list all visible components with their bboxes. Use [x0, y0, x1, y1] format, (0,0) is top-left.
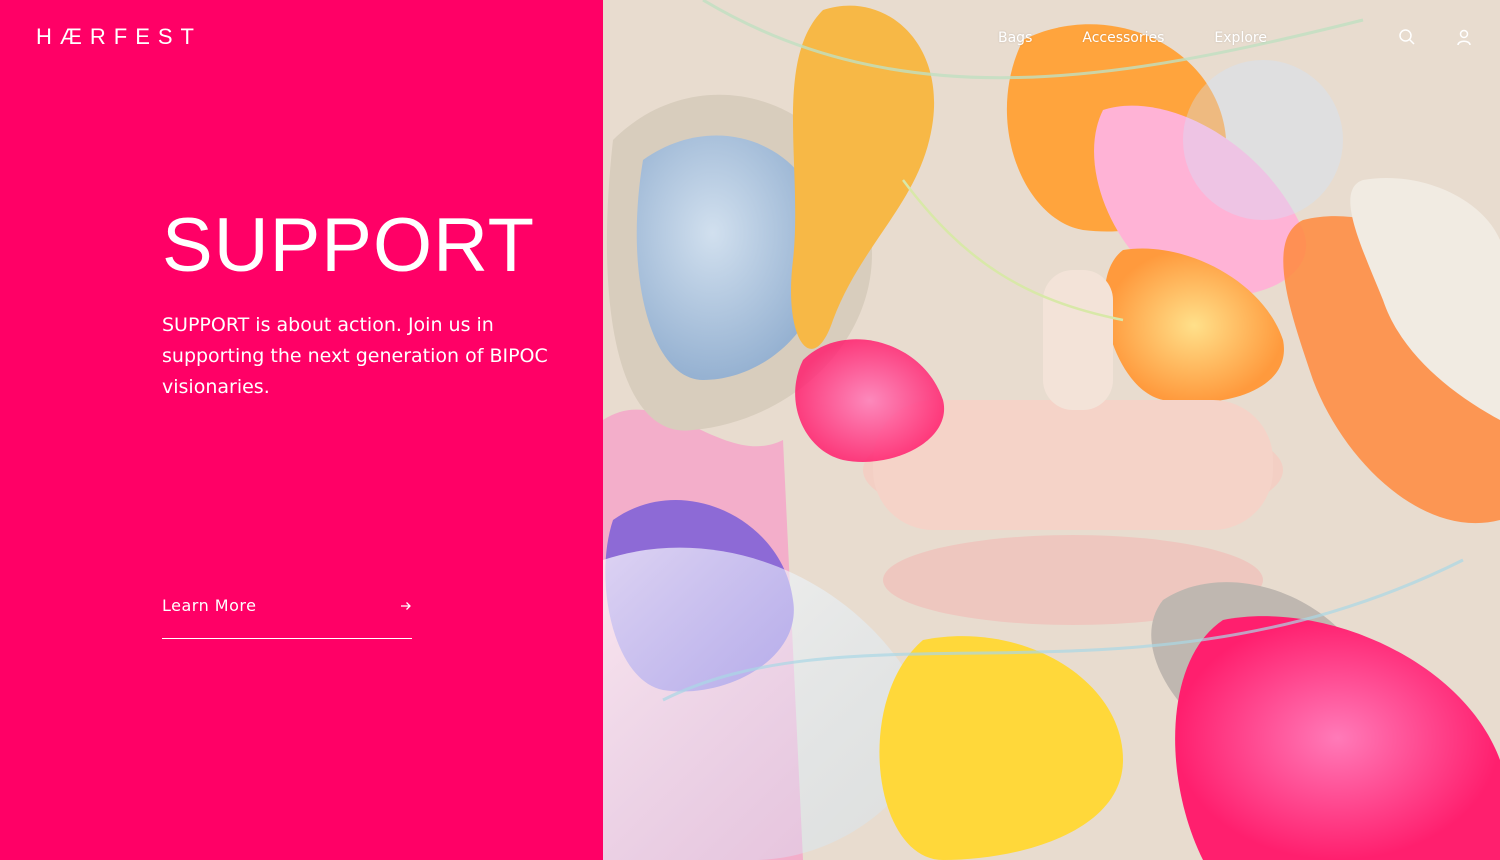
- arrow-right-icon: [401, 602, 411, 610]
- artwork-illustration: [603, 0, 1500, 860]
- hero-panel: HÆRFEST SUPPORT SUPPORT is about action.…: [0, 0, 603, 860]
- nav-item-explore[interactable]: Explore: [1214, 30, 1267, 46]
- search-icon[interactable]: [1398, 28, 1416, 46]
- user-icon[interactable]: [1455, 28, 1473, 46]
- learn-more-label: Learn More: [162, 596, 257, 615]
- main-nav: Bags Accessories Explore: [998, 30, 1267, 46]
- hero-artwork: [603, 0, 1500, 860]
- nav-item-bags[interactable]: Bags: [998, 30, 1032, 46]
- learn-more-link[interactable]: Learn More: [162, 592, 412, 639]
- brand-logo[interactable]: HÆRFEST: [36, 24, 202, 50]
- hero-description: SUPPORT is about action. Join us in supp…: [162, 314, 548, 398]
- nav-item-accessories[interactable]: Accessories: [1082, 30, 1164, 46]
- hero-title: SUPPORT: [162, 203, 536, 288]
